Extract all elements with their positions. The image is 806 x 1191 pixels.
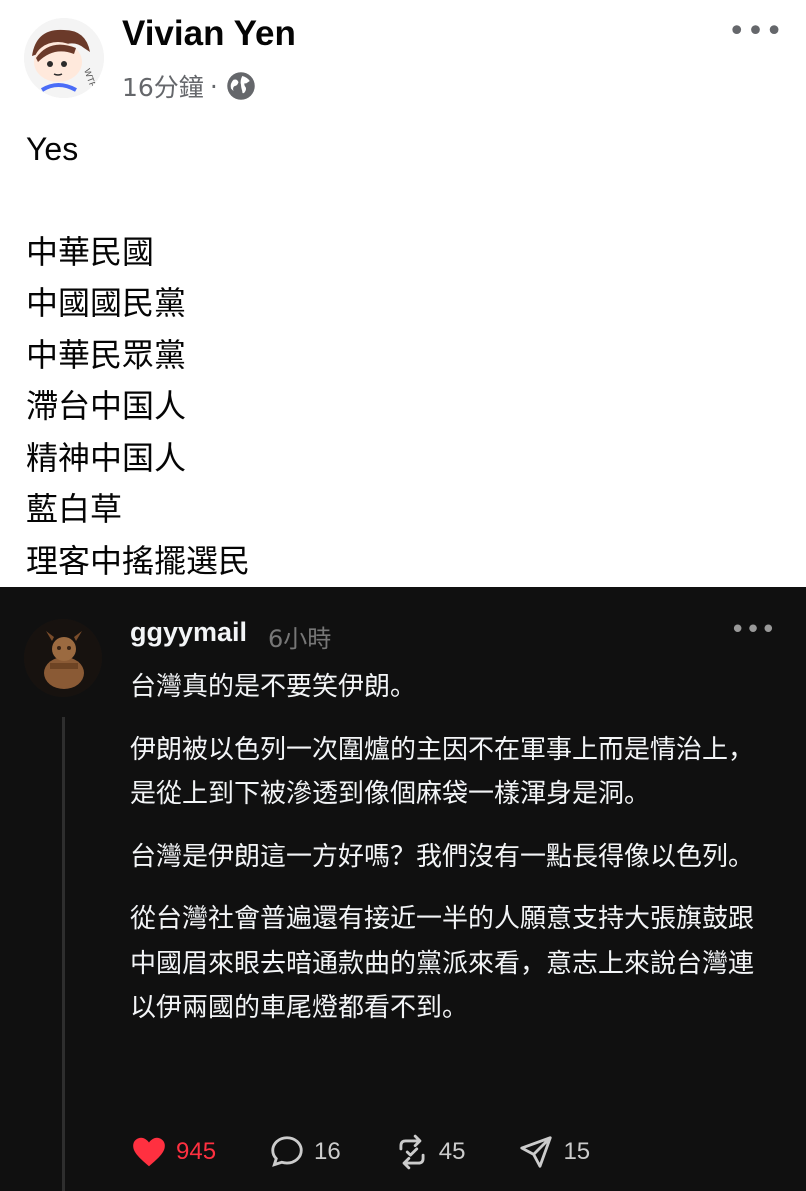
post-line: 中國國民黨 [26, 284, 187, 322]
post-line: Yes [26, 131, 79, 167]
repost-icon [399, 1134, 425, 1170]
post-line: 滯台中国人 [26, 387, 187, 425]
meta-separator: · [209, 71, 218, 101]
post-meta: 16分鐘 · [122, 68, 256, 104]
comment-button[interactable]: 16 [268, 1133, 341, 1171]
comment-count: 16 [314, 1138, 341, 1165]
threads-paragraph: 台灣真的是不要笑伊朗。 [130, 672, 417, 702]
threads-action-bar: 945 16 45 15 [130, 1133, 642, 1171]
share-count: 15 [563, 1138, 591, 1165]
like-count: 945 [176, 1138, 217, 1165]
comment-icon [271, 1136, 303, 1167]
like-button[interactable]: 945 [130, 1133, 216, 1171]
threads-more-icon[interactable]: ••• [730, 615, 776, 645]
threads-time: 6小時 [268, 625, 332, 653]
threads-paragraph: 伊朗被以色列一次圍爐的主因不在軍事上而是情治上， 是從上到下被滲透到像個麻袋一樣… [130, 734, 755, 810]
avatar-illustration: WTF [24, 18, 104, 98]
post-line: 精神中国人 [26, 438, 187, 477]
globe-icon[interactable] [226, 71, 256, 101]
post-line: 理客中搖擺選民 [26, 541, 251, 580]
post-time[interactable]: 16分鐘 [122, 68, 204, 104]
facebook-post: WTF Vivian Yen 16分鐘 · ••• Yes 中華民國 中國國民黨… [0, 0, 806, 587]
threads-post: ggyymail 6小時 ••• 台灣真的是不要笑伊朗。 伊朗被以色列一次圍爐的… [0, 587, 806, 1191]
threads-avatar[interactable] [24, 619, 102, 697]
statue-avatar-image [24, 619, 102, 697]
repost-button[interactable]: 45 [393, 1133, 466, 1171]
post-body: Yes 中華民國 中國國民黨 中華民眾黨 滯台中国人 精神中国人 藍白草 理客中… [26, 124, 250, 587]
post-line: 中華民眾黨 [26, 335, 187, 374]
post-line: 中華民國 [26, 232, 155, 271]
post-line-blank [26, 176, 250, 227]
author-avatar[interactable]: WTF [24, 18, 104, 98]
post-line: 藍白草 [26, 490, 123, 528]
heart-icon [133, 1137, 165, 1167]
repost-count: 45 [438, 1138, 466, 1165]
author-name[interactable]: Vivian Yen [122, 14, 296, 54]
send-icon [520, 1136, 553, 1168]
thread-connector-line [62, 717, 65, 1191]
threads-paragraph: 台灣是伊朗這一方好嗎？我們沒有一點長得像以色列。 [130, 841, 755, 872]
more-options-icon[interactable]: ••• [728, 14, 784, 49]
share-button[interactable]: 15 [517, 1133, 590, 1171]
threads-body: 台灣真的是不要笑伊朗。 伊朗被以色列一次圍爐的主因不在軍事上而是情治上， 是從上… [130, 665, 770, 1049]
threads-paragraph: 從台灣社會普遍還有接近一半的人願意支持大張旗鼓跟中國眉來眼去暗通款曲的黨派來看，… [130, 904, 755, 1023]
threads-username[interactable]: ggyymail [130, 617, 247, 648]
